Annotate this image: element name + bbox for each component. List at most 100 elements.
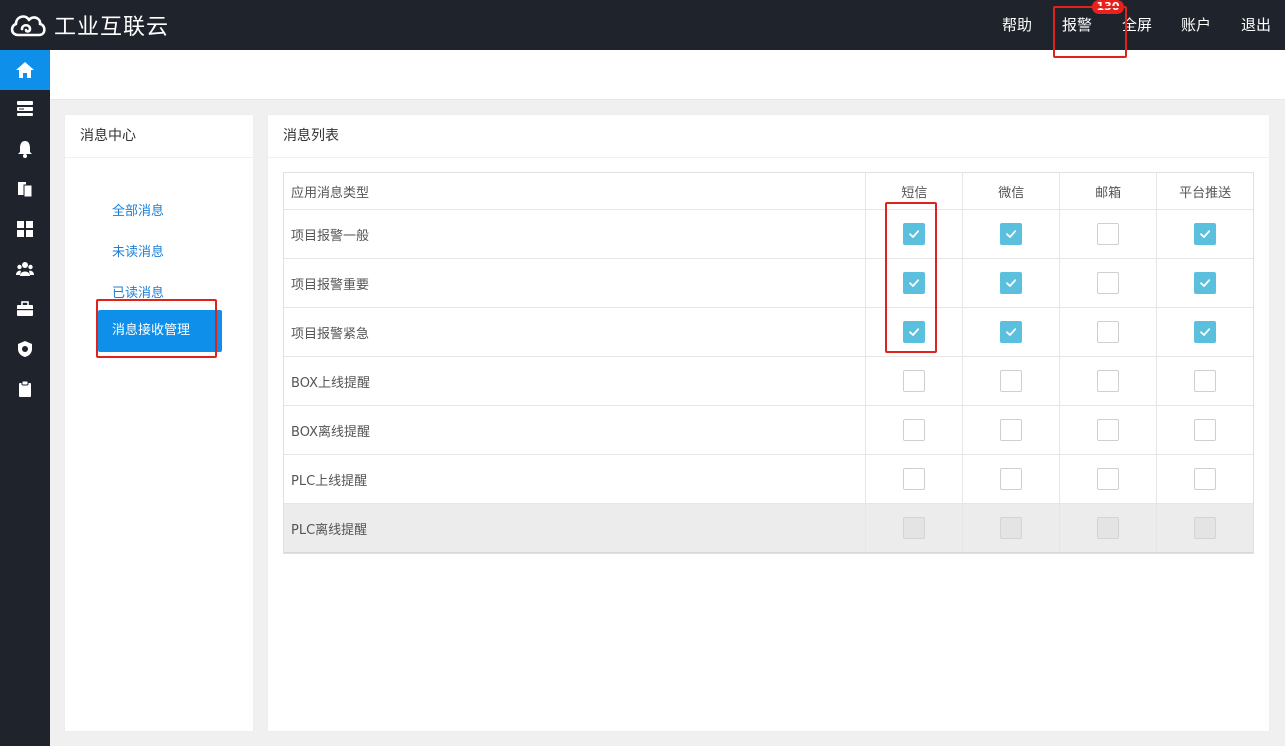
column-header-wechat: 微信 <box>963 173 1061 209</box>
wechat-checkbox[interactable] <box>1000 370 1023 392</box>
wechat-checkbox[interactable] <box>1000 272 1023 294</box>
table-row: 项目报警一般 <box>284 210 1253 259</box>
platform-push-checkbox[interactable] <box>1194 468 1217 490</box>
channel-cell-email <box>1060 357 1158 405</box>
menu-all-messages[interactable]: 全部消息 <box>112 200 164 219</box>
email-checkbox[interactable] <box>1097 419 1120 441</box>
channel-cell-wechat <box>963 455 1061 503</box>
copy-icon <box>18 182 33 198</box>
platform-push-checkbox[interactable] <box>1194 321 1217 343</box>
channel-cell-sms <box>866 455 964 503</box>
email-checkbox[interactable] <box>1097 321 1120 343</box>
menu-unread-messages[interactable]: 未读消息 <box>112 241 164 260</box>
exit-link[interactable]: 退出 <box>1241 0 1271 50</box>
sidebar-item-tasks[interactable] <box>0 369 50 409</box>
message-type-label: BOX离线提醒 <box>284 406 867 454</box>
message-center-title: 消息中心 <box>65 115 253 158</box>
column-header-type: 应用消息类型 <box>284 173 867 209</box>
briefcase-icon <box>17 301 33 316</box>
platform-push-checkbox[interactable] <box>1194 370 1217 392</box>
sidebar-item-server[interactable] <box>0 88 50 128</box>
column-header-platform-push: 平台推送 <box>1179 185 1232 201</box>
email-checkbox <box>1097 517 1120 539</box>
channel-cell-wechat <box>963 259 1061 307</box>
email-checkbox[interactable] <box>1097 223 1120 245</box>
wechat-checkbox <box>1000 517 1023 539</box>
channel-cell-wechat <box>963 504 1061 552</box>
sidebar-item-tools[interactable] <box>0 289 50 329</box>
sms-checkbox[interactable] <box>903 321 926 343</box>
sub-header-strip <box>50 50 1285 100</box>
sms-checkbox[interactable] <box>903 370 926 392</box>
app-title: 工业互联云 <box>54 15 170 40</box>
column-header-email: 邮箱 <box>1060 173 1158 209</box>
sidebar-item-home[interactable] <box>0 50 50 90</box>
channel-cell-email <box>1060 455 1158 503</box>
home-icon <box>16 62 34 78</box>
message-settings-table: 应用消息类型 短信 微信 邮箱 平台推送 项目报警一般 项目报警重要 项目报警紧急 B… <box>283 172 1254 554</box>
wechat-checkbox[interactable] <box>1000 419 1023 441</box>
sms-checkbox[interactable] <box>903 272 926 294</box>
alarm-link[interactable]: 报警 <box>1062 0 1092 50</box>
table-row: BOX上线提醒 <box>284 357 1253 406</box>
message-type-label: 项目报警紧急 <box>284 308 867 356</box>
channel-cell-email <box>1060 210 1158 258</box>
table-row: PLC上线提醒 <box>284 455 1253 504</box>
channel-cell-email <box>1060 504 1158 552</box>
message-type-label: PLC离线提醒 <box>284 504 867 552</box>
channel-cell-wechat <box>963 308 1061 356</box>
left-sidebar <box>0 50 50 746</box>
sidebar-item-users[interactable] <box>0 249 50 289</box>
top-bar: 工业互联云 帮助 报警 130 全屏 账户 退出 <box>0 0 1285 50</box>
channel-cell-sms <box>866 504 964 552</box>
bell-icon <box>18 141 32 158</box>
clipboard-icon <box>19 380 31 397</box>
table-row: 项目报警重要 <box>284 259 1253 308</box>
app-logo[interactable]: 工业互联云 <box>8 9 169 41</box>
menu-read-messages[interactable]: 已读消息 <box>112 282 164 301</box>
table-row: 项目报警紧急 <box>284 308 1253 357</box>
channel-cell-platform-push <box>1157 308 1253 356</box>
email-checkbox[interactable] <box>1097 370 1120 392</box>
message-type-label: 项目报警重要 <box>284 259 867 307</box>
platform-push-checkbox[interactable] <box>1194 272 1217 294</box>
wechat-checkbox[interactable] <box>1000 468 1023 490</box>
channel-cell-wechat <box>963 210 1061 258</box>
sms-checkbox[interactable] <box>903 468 926 490</box>
wechat-checkbox[interactable] <box>1000 321 1023 343</box>
channel-cell-platform-push <box>1157 259 1253 307</box>
sms-checkbox <box>903 517 926 539</box>
account-link[interactable]: 账户 <box>1181 0 1211 50</box>
sms-checkbox[interactable] <box>903 223 926 245</box>
users-icon <box>16 262 34 276</box>
channel-cell-sms <box>866 406 964 454</box>
channel-cell-sms <box>866 210 964 258</box>
channel-cell-email <box>1060 406 1158 454</box>
fullscreen-link[interactable]: 全屏 <box>1122 0 1152 50</box>
platform-push-checkbox[interactable] <box>1194 419 1217 441</box>
sidebar-item-alerts[interactable] <box>0 129 50 169</box>
email-checkbox[interactable] <box>1097 468 1120 490</box>
help-link[interactable]: 帮助 <box>1002 0 1032 50</box>
sidebar-item-security[interactable] <box>0 329 50 369</box>
wechat-checkbox[interactable] <box>1000 223 1023 245</box>
table-header-row: 应用消息类型 短信 微信 邮箱 平台推送 <box>284 173 1253 210</box>
column-header-sms: 短信 <box>866 173 964 209</box>
email-checkbox[interactable] <box>1097 272 1120 294</box>
channel-cell-platform-push <box>1157 504 1253 552</box>
channel-cell-sms <box>866 357 964 405</box>
sidebar-item-dashboard[interactable] <box>0 209 50 249</box>
platform-push-checkbox[interactable] <box>1194 223 1217 245</box>
channel-cell-platform-push <box>1157 455 1253 503</box>
table-row: PLC离线提醒 <box>284 504 1253 553</box>
channel-cell-platform-push <box>1157 357 1253 405</box>
message-type-label: 项目报警一般 <box>284 210 867 258</box>
sidebar-item-documents[interactable] <box>0 169 50 209</box>
channel-cell-platform-push <box>1157 210 1253 258</box>
cloud-logo-icon <box>10 15 46 37</box>
message-list-title: 消息列表 <box>268 115 1269 158</box>
menu-receive-management[interactable]: 消息接收管理 <box>98 310 222 352</box>
channel-cell-wechat <box>963 406 1061 454</box>
channel-cell-sms <box>866 259 964 307</box>
sms-checkbox[interactable] <box>903 419 926 441</box>
